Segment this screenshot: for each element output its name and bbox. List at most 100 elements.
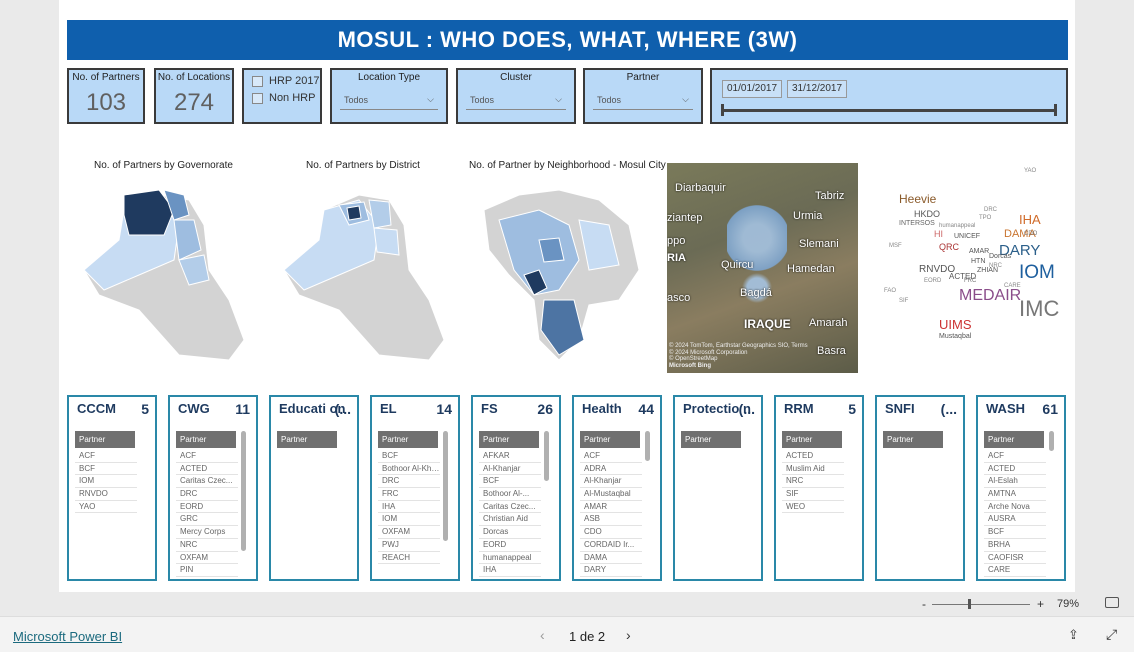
partner-row[interactable]: ACTED bbox=[984, 463, 1046, 476]
partner-row[interactable]: YAO bbox=[75, 501, 137, 514]
partner-column-header[interactable]: Partner bbox=[681, 431, 741, 448]
slider-end-handle[interactable] bbox=[1054, 104, 1057, 116]
partner-column-header[interactable]: Partner bbox=[984, 431, 1044, 448]
partner-row[interactable]: BCF bbox=[984, 526, 1046, 539]
partner-row[interactable]: ACF bbox=[984, 450, 1046, 463]
vertical-scrollbar[interactable] bbox=[1049, 431, 1054, 451]
partner-row[interactable]: Arche Nova bbox=[984, 501, 1046, 514]
partner-row[interactable]: ACF bbox=[580, 450, 642, 463]
previous-page-icon[interactable]: ‹ bbox=[540, 627, 545, 643]
partner-row[interactable]: Muslim Aid bbox=[782, 463, 844, 476]
word-cloud-term[interactable]: MSF bbox=[889, 243, 902, 249]
start-date-input[interactable]: 01/01/2017 bbox=[722, 80, 783, 98]
vertical-scrollbar[interactable] bbox=[241, 431, 246, 551]
partner-row[interactable]: OXFAM bbox=[176, 552, 238, 565]
word-cloud-term[interactable]: QRC bbox=[939, 243, 959, 252]
governorate-map[interactable] bbox=[79, 180, 254, 365]
partner-row[interactable]: Bothoor Al-Khaer bbox=[378, 463, 440, 476]
partner-row[interactable]: CORDAID Ir... bbox=[580, 539, 642, 552]
partner-row[interactable]: Bothoor Al-... bbox=[479, 488, 541, 501]
zoom-slider-thumb[interactable] bbox=[968, 599, 971, 609]
word-cloud-term[interactable]: AMAR bbox=[969, 248, 989, 255]
partner-row[interactable]: IOM bbox=[75, 475, 137, 489]
partner-row[interactable]: DARY bbox=[580, 564, 642, 577]
partner-row[interactable]: BCF bbox=[75, 463, 137, 476]
partner-row[interactable]: PIN bbox=[176, 564, 238, 577]
word-cloud-term[interactable]: ZHIAN bbox=[977, 267, 998, 274]
partner-row[interactable]: Mercy Corps bbox=[176, 526, 238, 539]
zoom-out-button[interactable]: - bbox=[922, 597, 926, 611]
neighborhood-map[interactable] bbox=[479, 180, 654, 365]
word-cloud-term[interactable]: HTN bbox=[971, 258, 985, 265]
hrp-2017-option[interactable]: HRP 2017 bbox=[252, 75, 320, 87]
fullscreen-icon[interactable]: ⤢ bbox=[1106, 626, 1117, 643]
word-cloud-term[interactable]: YAO bbox=[1024, 168, 1036, 174]
word-cloud-term[interactable]: INTERSOS bbox=[899, 220, 935, 227]
partner-row[interactable]: Al-Khanjar bbox=[479, 463, 541, 476]
word-cloud-term[interactable]: CARE bbox=[1004, 283, 1021, 289]
word-cloud-term[interactable]: HI bbox=[934, 230, 943, 239]
partner-row[interactable]: OXFAM bbox=[378, 526, 440, 539]
partner-row[interactable]: ASB bbox=[580, 513, 642, 527]
partner-column-header[interactable]: Partner bbox=[75, 431, 135, 448]
partner-row[interactable]: Dorcas bbox=[479, 526, 541, 539]
word-cloud-term[interactable]: FAO bbox=[884, 288, 896, 294]
cluster-dropdown[interactable]: Todos ⌵ bbox=[466, 90, 566, 110]
partner-row[interactable]: Al-Khanjar bbox=[580, 475, 642, 489]
share-icon[interactable]: ⇪ bbox=[1068, 627, 1079, 643]
partner-row[interactable]: BRHA bbox=[984, 539, 1046, 552]
partner-dropdown[interactable]: Todos ⌵ bbox=[593, 90, 693, 110]
partner-row[interactable]: BCF bbox=[378, 450, 440, 463]
district-map[interactable] bbox=[279, 180, 454, 365]
partner-row[interactable]: CAOFISR bbox=[984, 552, 1046, 565]
partner-row[interactable]: AMAR bbox=[580, 501, 642, 514]
word-cloud-term[interactable]: EORD bbox=[924, 278, 941, 284]
partner-row[interactable]: ACTED bbox=[176, 463, 238, 476]
partner-row[interactable]: PWJ bbox=[378, 539, 440, 552]
partner-row[interactable]: humanappeal bbox=[479, 552, 541, 565]
word-cloud-term[interactable]: Heevie bbox=[899, 193, 936, 205]
partner-row[interactable]: FRC bbox=[378, 488, 440, 501]
bing-map[interactable]: Diarbaquir Tabriz ziantep Urmia ppo Slemani RI… bbox=[667, 163, 858, 373]
partner-row[interactable]: ACF bbox=[75, 450, 137, 463]
partner-word-cloud[interactable]: Heevie IHA DAMA DARY IOM MEDAIR IMC UIMS RNVDO HK… bbox=[879, 163, 1059, 343]
partner-column-header[interactable]: Partner bbox=[277, 431, 337, 448]
word-cloud-term[interactable]: SIF bbox=[899, 298, 908, 304]
partner-row[interactable]: IHA bbox=[479, 564, 541, 577]
partner-column-header[interactable]: Partner bbox=[378, 431, 438, 448]
word-cloud-term[interactable]: Dorcas bbox=[989, 253, 1011, 260]
partner-row[interactable]: GRC bbox=[176, 513, 238, 527]
partner-column-header[interactable]: Partner bbox=[580, 431, 640, 448]
non-hrp-option[interactable]: Non HRP bbox=[252, 92, 320, 104]
partner-row[interactable]: NRC bbox=[176, 539, 238, 552]
word-cloud-term[interactable]: UIMS bbox=[939, 318, 972, 331]
partner-row[interactable]: CDO bbox=[580, 526, 642, 539]
end-date-input[interactable]: 31/12/2017 bbox=[787, 80, 848, 98]
zoom-in-button[interactable]: + bbox=[1037, 597, 1044, 611]
partner-row[interactable]: ACTED bbox=[782, 450, 844, 463]
partner-row[interactable]: AFKAR bbox=[479, 450, 541, 463]
vertical-scrollbar[interactable] bbox=[544, 431, 549, 481]
word-cloud-term[interactable]: DRC bbox=[984, 207, 997, 213]
partner-row[interactable]: IHA bbox=[378, 501, 440, 514]
checkbox[interactable] bbox=[252, 75, 263, 87]
vertical-scrollbar[interactable] bbox=[443, 431, 448, 541]
word-cloud-term[interactable]: CDO bbox=[1024, 231, 1037, 237]
word-cloud-term[interactable]: humanappeal bbox=[939, 223, 975, 229]
partner-row[interactable]: Caritas Czec... bbox=[176, 475, 238, 489]
partner-row[interactable]: EORD bbox=[176, 501, 238, 514]
partner-row[interactable]: RNVDO bbox=[75, 488, 137, 501]
partner-column-header[interactable]: Partner bbox=[479, 431, 539, 448]
word-cloud-term[interactable]: TPO bbox=[979, 215, 991, 221]
partner-row[interactable]: CARE bbox=[984, 564, 1046, 577]
partner-row[interactable]: DAMA bbox=[580, 552, 642, 565]
partner-column-header[interactable]: Partner bbox=[883, 431, 943, 448]
fit-to-page-icon[interactable] bbox=[1105, 597, 1119, 608]
location-type-dropdown[interactable]: Todos ⌵ bbox=[340, 90, 438, 110]
partner-row[interactable]: SIF bbox=[782, 488, 844, 501]
partner-row[interactable]: Al-Eslah bbox=[984, 475, 1046, 489]
partner-row[interactable]: WEO bbox=[782, 501, 844, 514]
partner-row[interactable]: BCF bbox=[479, 475, 541, 489]
partner-row[interactable]: DRC bbox=[176, 488, 238, 501]
word-cloud-term[interactable]: UNICEF bbox=[954, 233, 980, 240]
